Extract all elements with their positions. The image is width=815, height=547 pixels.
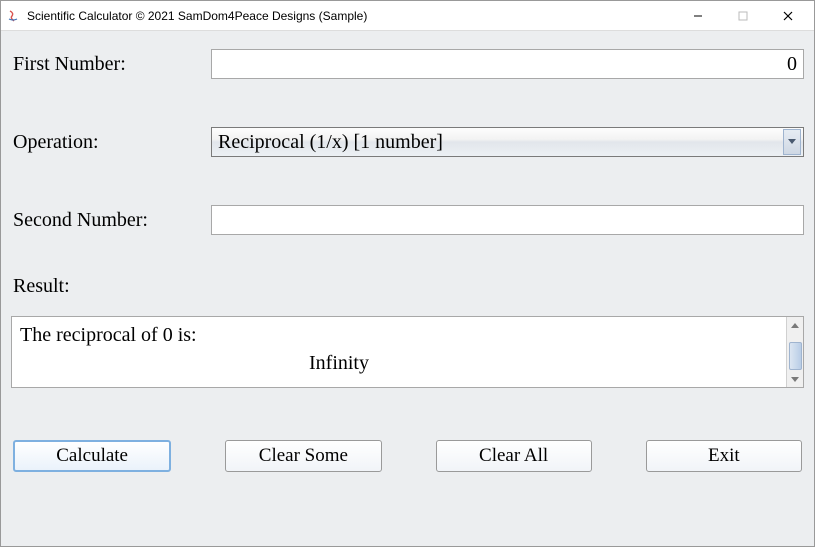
maximize-button[interactable] <box>720 2 765 30</box>
button-row: Calculate Clear Some Clear All Exit <box>11 440 804 472</box>
operation-label: Operation: <box>11 131 211 154</box>
result-box: The reciprocal of 0 is: Infinity <box>11 316 804 388</box>
titlebar: Scientific Calculator © 2021 SamDom4Peac… <box>1 1 814 31</box>
scroll-down-icon[interactable] <box>789 372 802 385</box>
minimize-button[interactable] <box>675 2 720 30</box>
scroll-thumb[interactable] <box>789 342 802 370</box>
first-number-input[interactable] <box>211 49 804 79</box>
content-area: First Number: Operation: Reciprocal (1/x… <box>1 31 814 546</box>
exit-button[interactable]: Exit <box>646 440 802 472</box>
result-line-2: Infinity <box>20 349 778 377</box>
operation-row: Operation: Reciprocal (1/x) [1 number] <box>11 127 804 157</box>
app-window: Scientific Calculator © 2021 SamDom4Peac… <box>0 0 815 547</box>
scroll-up-icon[interactable] <box>789 319 802 332</box>
operation-select[interactable]: Reciprocal (1/x) [1 number] <box>211 127 804 157</box>
clear-all-button[interactable]: Clear All <box>436 440 592 472</box>
first-number-label: First Number: <box>11 53 211 76</box>
first-number-row: First Number: <box>11 49 804 79</box>
result-line-1: The reciprocal of 0 is: <box>20 321 778 349</box>
second-number-input[interactable] <box>211 205 804 235</box>
second-number-label: Second Number: <box>11 209 211 232</box>
window-controls <box>675 2 810 30</box>
result-label: Result: <box>11 275 804 298</box>
java-icon <box>5 8 21 24</box>
chevron-down-icon <box>783 129 801 155</box>
clear-some-button[interactable]: Clear Some <box>225 440 381 472</box>
vertical-scrollbar[interactable] <box>786 317 803 387</box>
close-button[interactable] <box>765 2 810 30</box>
second-number-row: Second Number: <box>11 205 804 235</box>
window-title: Scientific Calculator © 2021 SamDom4Peac… <box>27 9 675 23</box>
operation-selected-value: Reciprocal (1/x) [1 number] <box>218 131 783 154</box>
calculate-button[interactable]: Calculate <box>13 440 171 472</box>
result-textarea[interactable]: The reciprocal of 0 is: Infinity <box>12 317 786 387</box>
result-section: Result: The reciprocal of 0 is: Infinity <box>11 275 804 388</box>
